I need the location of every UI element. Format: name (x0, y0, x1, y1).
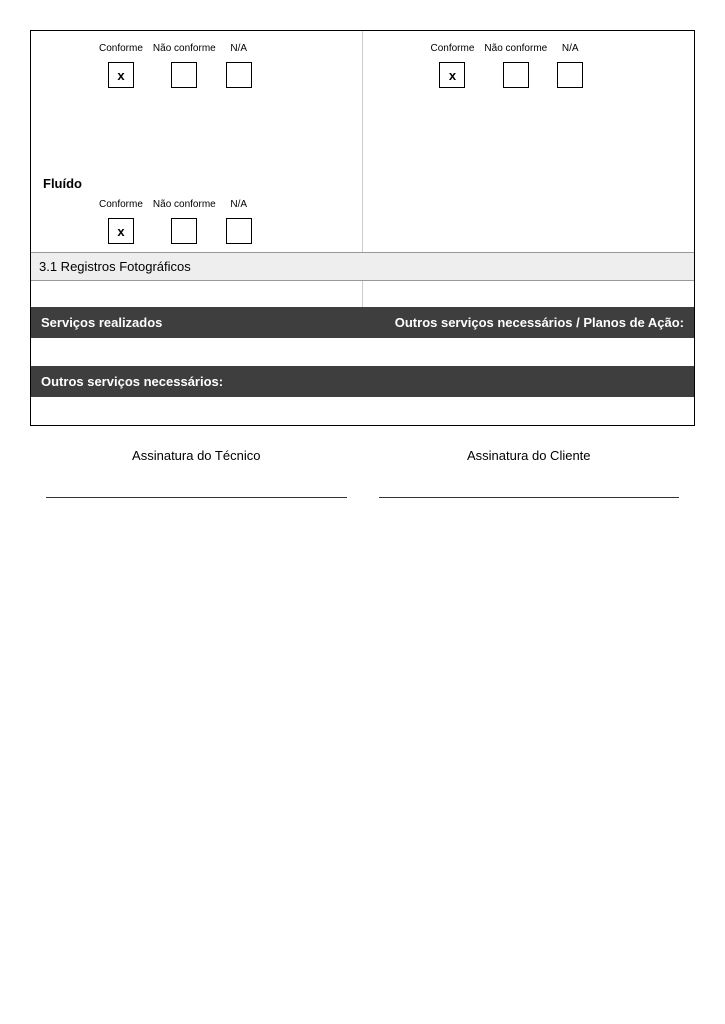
spacer (39, 88, 354, 168)
check-label-conforme: Conforme (99, 43, 143, 54)
check-item-na: N/A (226, 43, 252, 88)
signature-cliente-label: Assinatura do Cliente (363, 448, 696, 463)
checkbox-naoconforme[interactable] (171, 218, 197, 244)
checkbox-na[interactable] (557, 62, 583, 88)
dark-bar-outros: Outros serviços necessários: (31, 366, 694, 397)
check-item-naoconforme: Não conforme (153, 199, 216, 244)
servicos-realizados-label: Serviços realizados (31, 307, 363, 338)
signature-tecnico-line (46, 497, 347, 498)
signature-cliente: Assinatura do Cliente (363, 448, 696, 498)
section-fluido-label: Fluído (39, 168, 354, 195)
form-box: Conforme x Não conforme N/A Fluído (30, 30, 695, 426)
check-group: Conforme x Não conforme N/A (371, 43, 687, 88)
check-item-conforme: Conforme x (431, 43, 475, 88)
checkbox-conforme[interactable]: x (108, 62, 134, 88)
check-group-fluido: Conforme x Não conforme N/A (39, 199, 354, 244)
check-item-naoconforme: Não conforme (484, 43, 547, 88)
checkbox-na[interactable] (226, 62, 252, 88)
signature-tecnico-label: Assinatura do Técnico (30, 448, 363, 463)
checkbox-naoconforme[interactable] (503, 62, 529, 88)
check-label-naoconforme: Não conforme (484, 43, 547, 54)
registros-cell-left (31, 281, 363, 307)
checkbox-conforme[interactable]: x (108, 218, 134, 244)
check-label-conforme: Conforme (99, 199, 143, 210)
check-label-na: N/A (230, 43, 247, 54)
signatures-row: Assinatura do Técnico Assinatura do Clie… (30, 448, 695, 498)
signature-cliente-line (379, 497, 680, 498)
check-item-naoconforme: Não conforme (153, 43, 216, 88)
check-item-conforme: Conforme x (99, 43, 143, 88)
checkbox-row-1: Conforme x Não conforme N/A Fluído (31, 31, 694, 252)
check-label-na: N/A (230, 199, 247, 210)
servicos-blank-row (31, 338, 694, 366)
check-item-na: N/A (226, 199, 252, 244)
checkbox-naoconforme[interactable] (171, 62, 197, 88)
section-registros: 3.1 Registros Fotográficos (31, 252, 694, 281)
check-group: Conforme x Não conforme N/A (39, 43, 354, 88)
check-item-na: N/A (557, 43, 583, 88)
checkbox-row-1-left: Conforme x Não conforme N/A Fluído (31, 31, 363, 252)
check-label-naoconforme: Não conforme (153, 199, 216, 210)
check-item-conforme: Conforme x (99, 199, 143, 244)
check-label-na: N/A (562, 43, 579, 54)
check-label-naoconforme: Não conforme (153, 43, 216, 54)
checkbox-row-1-right: Conforme x Não conforme N/A (363, 31, 695, 252)
signature-tecnico: Assinatura do Técnico (30, 448, 363, 498)
checkbox-conforme[interactable]: x (439, 62, 465, 88)
check-label-conforme: Conforme (431, 43, 475, 54)
outros-blank-row (31, 397, 694, 425)
registros-cell-right (363, 281, 695, 307)
outros-planos-label: Outros serviços necessários / Planos de … (363, 307, 695, 338)
checkbox-na[interactable] (226, 218, 252, 244)
dark-bar-servicos: Serviços realizados Outros serviços nece… (31, 307, 694, 338)
registros-blank-row (31, 281, 694, 307)
page-container: Conforme x Não conforme N/A Fluído (0, 0, 725, 498)
